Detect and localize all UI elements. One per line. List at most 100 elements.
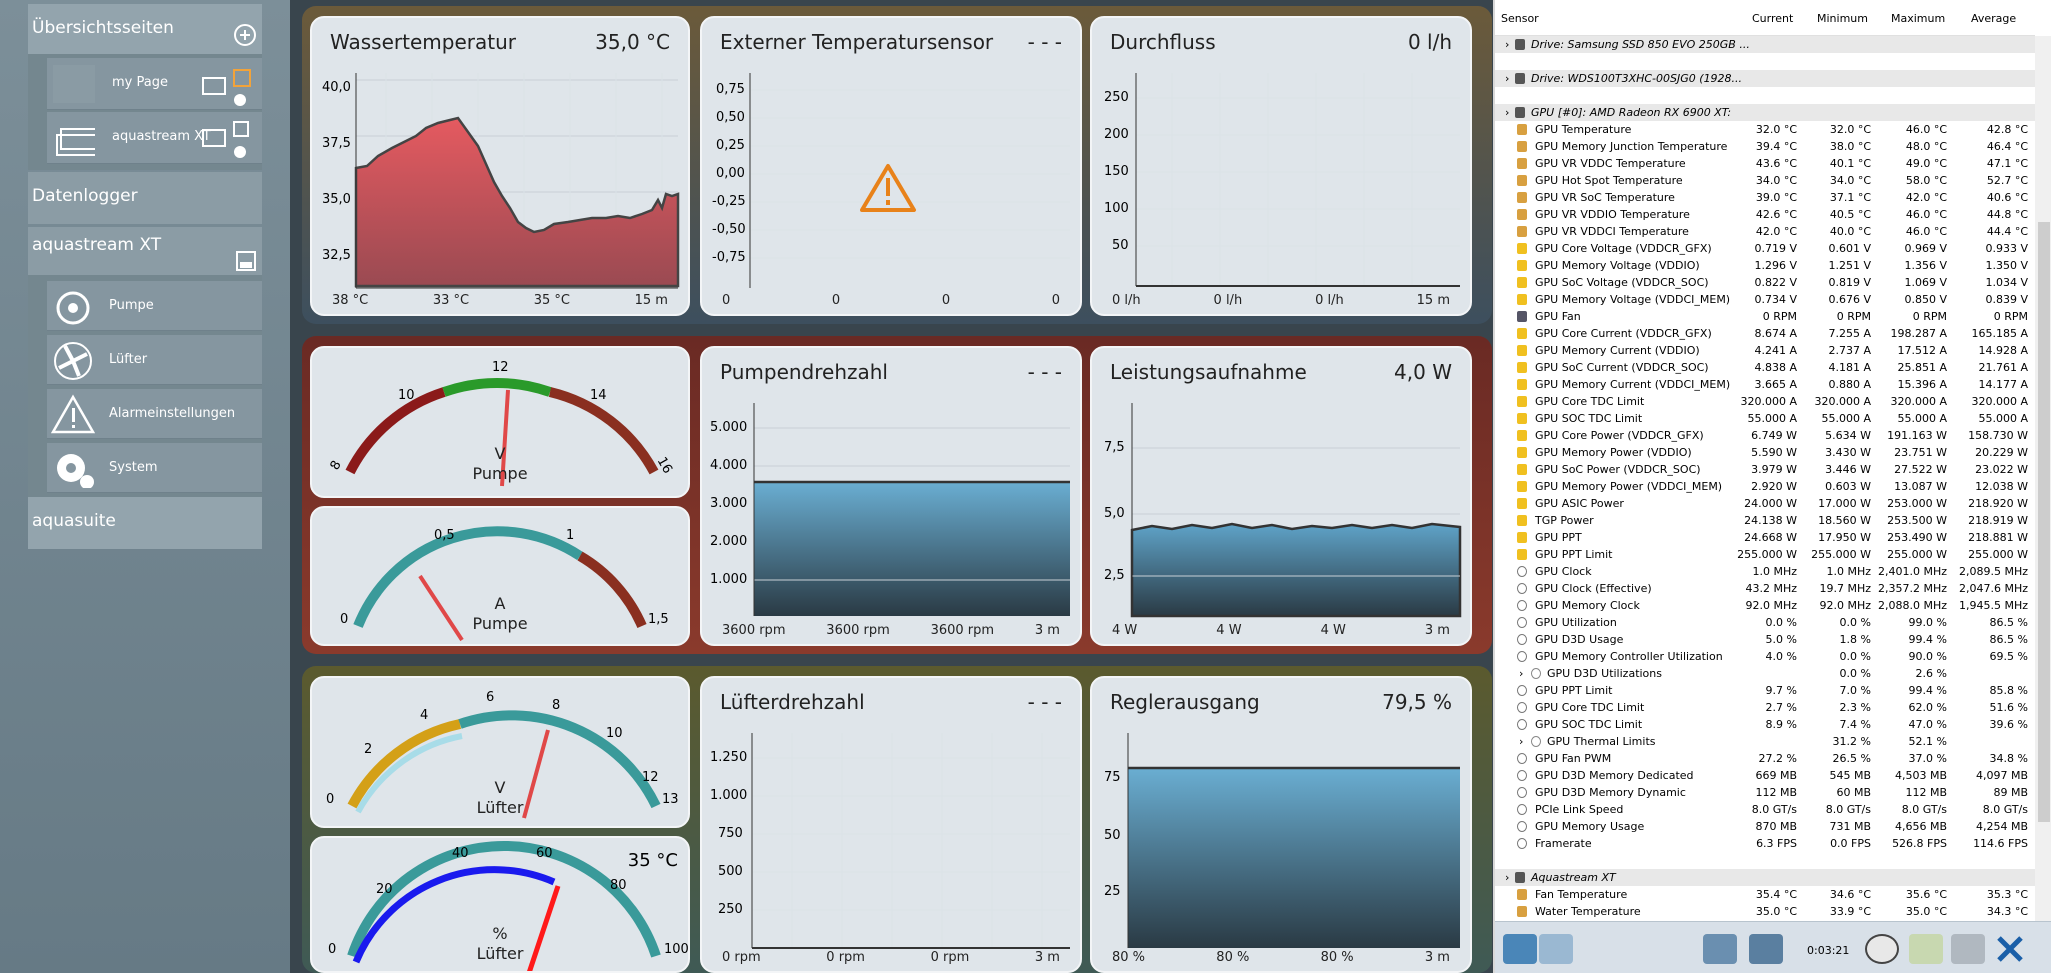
sensor-row[interactable]: GPU Memory Voltage (VDDCI_MEM) 0.734 V 0.6… [1495,291,2035,308]
sensor-row[interactable]: GPU VR SoC Temperature 39.0 °C 37.1 °C 42.0… [1495,189,2035,206]
expand-icon[interactable]: › [1519,667,1523,680]
sensor-row[interactable]: GPU ASIC Power 24.000 W 17.000 W 253.000 W 2… [1495,495,2035,512]
card-external-temperature[interactable]: Externer Temperatursensor - - - 0,75 0,5… [700,16,1082,316]
sidebar-item-system[interactable]: System [47,443,262,493]
card-power[interactable]: Leistungsaufnahme 4,0 W 7,5 5,0 2,5 4 W … [1090,346,1472,646]
sensor-row[interactable]: GPU Core TDC Limit 320.000 A 320.000 A 320.… [1495,393,2035,410]
sensor-group-row[interactable]: › Aquastream XT [1495,869,2035,886]
sensor-row[interactable]: GPU SoC Current (VDDCR_SOC) 4.838 A 4.181 … [1495,359,2035,376]
sensor-row[interactable]: GPU Memory Controller Utilization 4.0 % 0.… [1495,648,2035,665]
sensor-row[interactable]: GPU Memory Clock 92.0 MHz 92.0 MHz 2,088.0 … [1495,597,2035,614]
sensor-row[interactable]: GPU Memory Usage 870 MB 731 MB 4,656 MB 4,25… [1495,818,2035,835]
sensor-row[interactable]: GPU Core Voltage (VDDCR_GFX) 0.719 V 0.601… [1495,240,2035,257]
arrows-left-right-alt-icon[interactable] [1539,934,1573,964]
average-value: 21.761 A [1978,361,2028,374]
card-fan-speed[interactable]: Lüfterdrehzahl - - - 1.250 1.000 750 500… [700,676,1082,973]
sensor-row[interactable]: GPU SOC TDC Limit 55.000 A 55.000 A 55.000 … [1495,410,2035,427]
monitor-icon[interactable] [1703,934,1737,964]
card-flow[interactable]: Durchfluss 0 l/h 250 200 150 100 50 0 l/… [1090,16,1472,316]
overview-header[interactable]: Übersichtsseiten [28,4,262,54]
network-icon[interactable] [1749,934,1783,964]
sensor-row[interactable]: GPU PPT Limit 255.000 W 255.000 W 255.000 W… [1495,546,2035,563]
arrows-left-right-icon[interactable] [1503,934,1537,964]
expand-icon[interactable]: › [1505,38,1509,51]
sensor-row[interactable]: › GPU Thermal Limits 31.2 % 52.1 % [1495,733,2035,750]
average-value: 158.730 W [1968,429,2028,442]
col-maximum[interactable]: Maximum [1891,12,1945,25]
sensor-row[interactable]: GPU D3D Memory Dedicated 669 MB 545 MB 4,50… [1495,767,2035,784]
sensor-row[interactable]: GPU Memory Current (VDDIO) 4.241 A 2.737 A… [1495,342,2035,359]
sensor-name: GPU Core TDC Limit [1535,701,1645,714]
expand-icon[interactable]: › [1505,106,1509,119]
col-average[interactable]: Average [1971,12,2016,25]
sensor-row[interactable]: GPU Core Current (VDDCR_GFX) 8.674 A 7.255… [1495,325,2035,342]
sensor-row[interactable]: GPU Memory Power (VDDCI_MEM) 2.920 W 0.603… [1495,478,2035,495]
aquasuite-item[interactable]: aquasuite [28,497,262,549]
sensor-name: GPU Memory Clock [1535,599,1640,612]
sensor-name: PCIe Link Speed [1535,803,1624,816]
scrollbar[interactable] [2035,36,2051,921]
page-item-my-page[interactable]: my Page [47,58,262,110]
sensor-row[interactable]: › GPU D3D Utilizations 0.0 % 2.6 % [1495,665,2035,682]
settings-icon[interactable] [1951,934,1985,964]
sensor-row[interactable]: GPU SOC TDC Limit 8.9 % 7.4 % 47.0 % 39.6 % [1495,716,2035,733]
sensor-row[interactable]: GPU VR VDDCI Temperature 42.0 °C 40.0 °C 46… [1495,223,2035,240]
sensor-type-icon [1517,277,1527,288]
expand-icon[interactable]: › [1505,72,1509,85]
col-minimum[interactable]: Minimum [1817,12,1868,25]
sensor-row[interactable]: GPU Memory Power (VDDIO) 5.590 W 3.430 W 23… [1495,444,2035,461]
sensor-row[interactable]: GPU SoC Power (VDDCR_SOC) 3.979 W 3.446 W 2… [1495,461,2035,478]
datalogger-item[interactable]: Datenlogger [28,172,262,224]
expand-icon[interactable]: › [1519,735,1523,748]
card-water-temperature[interactable]: Wassertemperatur 35,0 °C 40,0 37,5 35,0 … [310,16,690,316]
monitor-lock-gear-icon[interactable] [202,118,260,162]
clock-icon[interactable] [1865,934,1899,964]
pump-speed-chart [753,403,1070,616]
sensor-row[interactable]: GPU VR VDDC Temperature 43.6 °C 40.1 °C 49.… [1495,155,2035,172]
sensor-row[interactable]: GPU Memory Current (VDDCI_MEM) 3.665 A 0.8… [1495,376,2035,393]
page-item-aquastream[interactable]: aquastream XT [47,112,262,164]
sensor-row[interactable]: GPU Fan 0 RPM 0 RPM 0 RPM 0 RPM [1495,308,2035,325]
sensor-group-row[interactable]: › GPU [#0]: AMD Radeon RX 6900 XT: [1495,104,2035,121]
sensor-row[interactable]: GPU Hot Spot Temperature 34.0 °C 34.0 °C 58… [1495,172,2035,189]
scrollbar-thumb[interactable] [2038,222,2050,822]
sensor-row[interactable]: Framerate 6.3 FPS 0.0 FPS 526.8 FPS 114.6 FP… [1495,835,2035,852]
sidebar-item-fan[interactable]: Lüfter [47,335,262,385]
average-value: 14.177 A [1978,378,2028,391]
sensor-row[interactable]: GPU PPT 24.668 W 17.950 W 253.490 W 218.881 … [1495,529,2035,546]
close-icon[interactable] [1993,934,2027,964]
sensor-row[interactable]: GPU Utilization 0.0 % 0.0 % 99.0 % 86.5 % [1495,614,2035,631]
sensor-group-row[interactable]: › Drive: WDS100T3XHC-00SJG0 (1928... [1495,70,2035,87]
sensor-row[interactable]: GPU PPT Limit 9.7 % 7.0 % 99.4 % 85.8 % [1495,682,2035,699]
sensor-row[interactable]: Water Temperature 35.0 °C 33.9 °C 35.0 °C 34… [1495,903,2035,920]
sensor-row[interactable]: GPU Temperature 32.0 °C 32.0 °C 46.0 °C 42.8… [1495,121,2035,138]
sensor-row[interactable]: GPU SoC Voltage (VDDCR_SOC) 0.822 V 0.819 … [1495,274,2035,291]
col-sensor[interactable]: Sensor [1501,12,1539,25]
sensor-row[interactable]: GPU Fan PWM 27.2 % 26.5 % 37.0 % 34.8 % [1495,750,2035,767]
sidebar-item-alarms[interactable]: Alarmeinstellungen [47,389,262,439]
col-current[interactable]: Current [1752,12,1793,25]
card-controller-output[interactable]: Reglerausgang 79,5 % 75 50 25 80 % 80 % … [1090,676,1472,973]
sensor-row[interactable]: GPU Core TDC Limit 2.7 % 2.3 % 62.0 % 51.6 % [1495,699,2035,716]
sensor-row[interactable]: GPU Clock 1.0 MHz 1.0 MHz 2,401.0 MHz 2,089.… [1495,563,2035,580]
report-icon[interactable] [1909,934,1943,964]
sensor-row[interactable]: GPU D3D Memory Dynamic 112 MB 60 MB 112 MB 8… [1495,784,2035,801]
save-icon[interactable] [236,251,256,271]
sensor-row[interactable]: GPU Clock (Effective) 43.2 MHz 19.7 MHz 2,3… [1495,580,2035,597]
add-page-icon[interactable] [234,24,256,46]
sensor-row[interactable]: PCIe Link Speed 8.0 GT/s 8.0 GT/s 8.0 GT/s 8… [1495,801,2035,818]
monitor-lock-gear-icon[interactable] [202,68,260,108]
sensor-row[interactable]: GPU Memory Voltage (VDDIO) 1.296 V 1.251 V… [1495,257,2035,274]
sensor-row[interactable]: GPU Memory Junction Temperature 39.4 °C 38… [1495,138,2035,155]
sensor-row[interactable]: GPU D3D Usage 5.0 % 1.8 % 99.4 % 86.5 % [1495,631,2035,648]
sensor-group-row[interactable]: › Drive: Samsung SSD 850 EVO 250GB ... [1495,36,2035,53]
expand-icon[interactable]: › [1505,871,1509,884]
sensor-row[interactable]: GPU Core Power (VDDCR_GFX) 6.749 W 5.634 W… [1495,427,2035,444]
sensor-row[interactable]: Fan Temperature 35.4 °C 34.6 °C 35.6 °C 35.3… [1495,886,2035,903]
sensor-row[interactable]: GPU VR VDDIO Temperature 42.6 °C 40.5 °C 46… [1495,206,2035,223]
device-header[interactable]: aquastream XT [28,227,262,275]
card-pump-speed[interactable]: Pumpendrehzahl - - - 5.000 4.000 3.000 2… [700,346,1082,646]
sensor-row[interactable]: TGP Power 24.138 W 18.560 W 253.500 W 218.91… [1495,512,2035,529]
sidebar-item-pump[interactable]: Pumpe [47,281,262,331]
page-thumb-icon [53,65,95,103]
